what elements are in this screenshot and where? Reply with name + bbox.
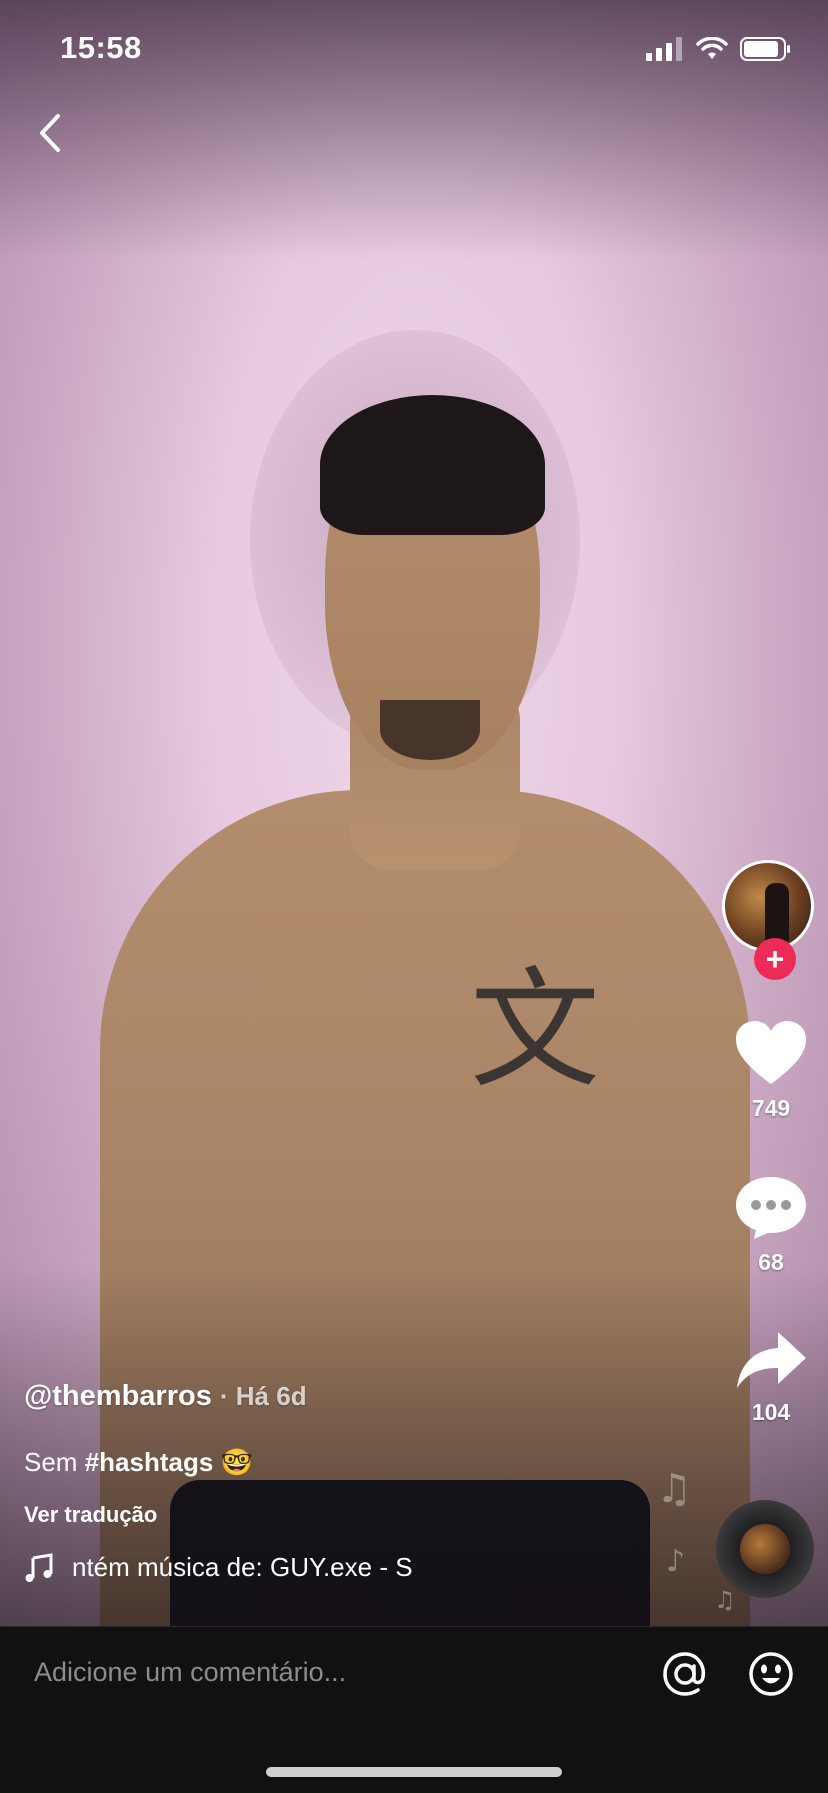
share-count: 104 bbox=[751, 1399, 791, 1425]
back-button[interactable] bbox=[28, 108, 78, 158]
like-count: 749 bbox=[751, 1095, 791, 1121]
like-button[interactable]: 749 bbox=[716, 1020, 826, 1122]
nerd-face-emoji: 🤓 bbox=[220, 1447, 253, 1477]
heart-icon bbox=[736, 1021, 806, 1084]
status-time: 15:58 bbox=[60, 30, 142, 65]
battery-icon bbox=[740, 37, 790, 61]
follow-button[interactable]: + bbox=[754, 938, 796, 980]
wifi-icon bbox=[696, 37, 728, 59]
chest-tattoo: 文 bbox=[470, 954, 601, 1106]
music-ticker[interactable]: ntém música de: GUY.exe - S bbox=[24, 1552, 444, 1583]
music-note-icon: ♪ bbox=[666, 1544, 686, 1579]
at-sign-icon bbox=[663, 1652, 706, 1696]
comment-bar: Adicione um comentário... bbox=[0, 1626, 828, 1793]
music-note-icon: ♫ bbox=[714, 1586, 736, 1614]
hashtag-link[interactable]: #hashtags bbox=[85, 1447, 214, 1477]
smiley-icon bbox=[749, 1652, 793, 1696]
translate-link[interactable]: Ver tradução bbox=[24, 1502, 584, 1528]
comment-count: 68 bbox=[758, 1249, 784, 1275]
mention-button[interactable] bbox=[660, 1649, 710, 1699]
home-indicator[interactable] bbox=[266, 1767, 562, 1777]
status-bar: 15:58 bbox=[0, 30, 828, 74]
comment-button[interactable]: 68 bbox=[716, 1174, 826, 1276]
music-note-icon bbox=[25, 1552, 53, 1582]
share-button[interactable]: 104 bbox=[716, 1330, 826, 1426]
chevron-left-icon bbox=[40, 114, 60, 152]
creator-avatar-button[interactable]: + bbox=[722, 860, 818, 980]
emoji-button[interactable] bbox=[746, 1649, 796, 1699]
signal-icon bbox=[646, 37, 682, 61]
username-link[interactable]: @thembarros bbox=[24, 1380, 212, 1412]
music-disc-button[interactable] bbox=[716, 1500, 814, 1598]
comment-bubble-icon bbox=[736, 1177, 806, 1239]
video-info: @thembarros · Há 6d Sem #hashtags 🤓 Ver … bbox=[24, 1380, 584, 1583]
music-note-icon: ♫ bbox=[656, 1466, 692, 1512]
music-title: ntém música de: GUY.exe - S bbox=[72, 1552, 413, 1582]
comment-input[interactable]: Adicione um comentário... bbox=[34, 1657, 346, 1688]
share-arrow-icon bbox=[737, 1332, 806, 1388]
post-age: · Há 6d bbox=[219, 1381, 307, 1411]
video-caption: Sem #hashtags 🤓 bbox=[24, 1447, 253, 1477]
